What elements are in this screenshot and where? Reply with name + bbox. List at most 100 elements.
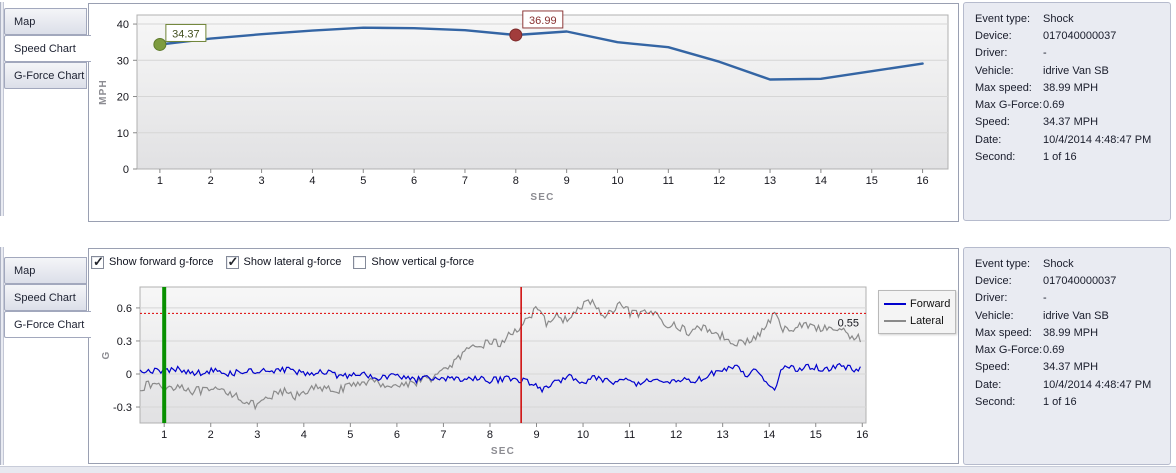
info-label: Max speed:: [975, 327, 1043, 339]
info-value: 1 of 16: [1043, 151, 1170, 163]
speed-chart-container: 01020304012345678910111213141516SECMPH34…: [88, 3, 959, 222]
info-value: -: [1043, 292, 1170, 304]
checkbox-vertical-gforce[interactable]: [353, 256, 366, 269]
svg-text:14: 14: [815, 175, 827, 187]
svg-text:5: 5: [347, 429, 353, 441]
checkbox-label: Show forward g-force: [109, 256, 214, 268]
info-label: Driver:: [975, 47, 1043, 59]
svg-text:0.3: 0.3: [117, 336, 132, 348]
info-label: Event type:: [975, 258, 1043, 270]
svg-text:5: 5: [360, 175, 366, 187]
info-row: Date:10/4/2014 4:48:47 PM: [964, 376, 1170, 393]
info-value: 34.37 MPH: [1043, 116, 1170, 128]
tab-gforce-chart[interactable]: G-Force Chart: [4, 62, 87, 89]
svg-text:2: 2: [208, 429, 214, 441]
svg-text:40: 40: [117, 19, 129, 31]
svg-text:0.55: 0.55: [838, 317, 859, 329]
svg-text:8: 8: [487, 429, 493, 441]
info-row: Max G-Force:0.69: [964, 341, 1170, 358]
info-label: Second:: [975, 151, 1043, 163]
svg-text:7: 7: [462, 175, 468, 187]
info-value: 017040000037: [1043, 30, 1170, 42]
checkbox-label: Show lateral g-force: [244, 256, 342, 268]
checkbox-lateral-gforce[interactable]: [226, 256, 239, 269]
svg-text:10: 10: [117, 128, 129, 140]
tab-label: Map: [14, 16, 35, 28]
svg-text:0: 0: [126, 369, 132, 381]
svg-text:9: 9: [564, 175, 570, 187]
legend-item-lateral: Lateral: [884, 312, 950, 329]
svg-text:34.37: 34.37: [172, 28, 200, 40]
info-row: Max speed:38.99 MPH: [964, 324, 1170, 341]
svg-text:12: 12: [670, 429, 682, 441]
speed-panel: Map Speed Chart G-Force Chart 0102030401…: [0, 0, 1176, 232]
svg-text:G: G: [101, 351, 112, 360]
info-value: 0.69: [1043, 344, 1170, 356]
svg-text:1: 1: [161, 429, 167, 441]
info-label: Max G-Force:: [975, 344, 1043, 356]
svg-text:3: 3: [259, 175, 265, 187]
svg-text:-0.3: -0.3: [113, 402, 132, 414]
info-label: Second:: [975, 396, 1043, 408]
tab-label: Map: [14, 265, 35, 277]
info-label: Max G-Force:: [975, 99, 1043, 111]
svg-text:SEC: SEC: [491, 446, 515, 457]
info-row: Driver:-: [964, 290, 1170, 307]
svg-text:4: 4: [301, 429, 307, 441]
tab-map[interactable]: Map: [4, 8, 87, 35]
info-value: Shock: [1043, 13, 1170, 25]
event-info-panel: Event type:Shock Device:017040000037 Dri…: [963, 247, 1171, 465]
tab-map[interactable]: Map: [4, 257, 87, 284]
info-row: Max speed:38.99 MPH: [964, 79, 1170, 96]
info-row: Driver:-: [964, 45, 1170, 62]
tab-speed-chart[interactable]: Speed Chart: [4, 284, 87, 311]
gforce-options: Show forward g-force Show lateral g-forc…: [91, 251, 486, 273]
svg-text:16: 16: [856, 429, 868, 441]
svg-text:11: 11: [624, 429, 635, 441]
svg-text:8: 8: [513, 175, 519, 187]
info-value: 017040000037: [1043, 275, 1170, 287]
info-value: 10/4/2014 4:48:47 PM: [1043, 134, 1170, 146]
svg-text:1: 1: [157, 175, 163, 187]
forward-line-swatch: [884, 303, 906, 305]
info-label: Event type:: [975, 13, 1043, 25]
svg-text:30: 30: [117, 55, 129, 67]
svg-text:10: 10: [611, 175, 623, 187]
gforce-chart: -0.300.30.612345678910111213141516SECG0.…: [89, 274, 958, 463]
svg-text:9: 9: [533, 429, 539, 441]
info-value: 1 of 16: [1043, 396, 1170, 408]
svg-text:SEC: SEC: [530, 192, 554, 203]
info-row: Date:10/4/2014 4:48:47 PM: [964, 131, 1170, 148]
legend-label: Forward: [910, 298, 950, 310]
info-label: Driver:: [975, 292, 1043, 304]
info-label: Speed:: [975, 361, 1043, 373]
info-value: Shock: [1043, 258, 1170, 270]
svg-text:0: 0: [123, 164, 129, 176]
svg-text:3: 3: [254, 429, 260, 441]
tab-speed-chart[interactable]: Speed Chart: [4, 35, 91, 62]
info-row: Speed:34.37 MPH: [964, 359, 1170, 376]
legend-label: Lateral: [910, 315, 944, 327]
tab-label: G-Force Chart: [14, 70, 84, 82]
forward-gforce-option[interactable]: Show forward g-force: [91, 256, 214, 269]
info-label: Speed:: [975, 116, 1043, 128]
info-value: 10/4/2014 4:48:47 PM: [1043, 379, 1170, 391]
svg-text:10: 10: [577, 429, 589, 441]
svg-text:15: 15: [810, 429, 822, 441]
lateral-gforce-option[interactable]: Show lateral g-force: [226, 256, 342, 269]
info-label: Max speed:: [975, 82, 1043, 94]
lateral-line-swatch: [884, 320, 906, 322]
info-row: Speed:34.37 MPH: [964, 114, 1170, 131]
svg-text:13: 13: [764, 175, 776, 187]
info-label: Vehicle:: [975, 310, 1043, 322]
svg-text:2: 2: [208, 175, 214, 187]
tab-gforce-chart[interactable]: G-Force Chart: [4, 311, 91, 338]
checkbox-forward-gforce[interactable]: [91, 256, 104, 269]
vertical-gforce-option[interactable]: Show vertical g-force: [353, 256, 474, 269]
info-value: 38.99 MPH: [1043, 327, 1170, 339]
info-label: Vehicle:: [975, 65, 1043, 77]
svg-text:6: 6: [394, 429, 400, 441]
info-label: Device:: [975, 275, 1043, 287]
legend-item-forward: Forward: [884, 295, 950, 312]
tab-label: Speed Chart: [14, 292, 76, 304]
